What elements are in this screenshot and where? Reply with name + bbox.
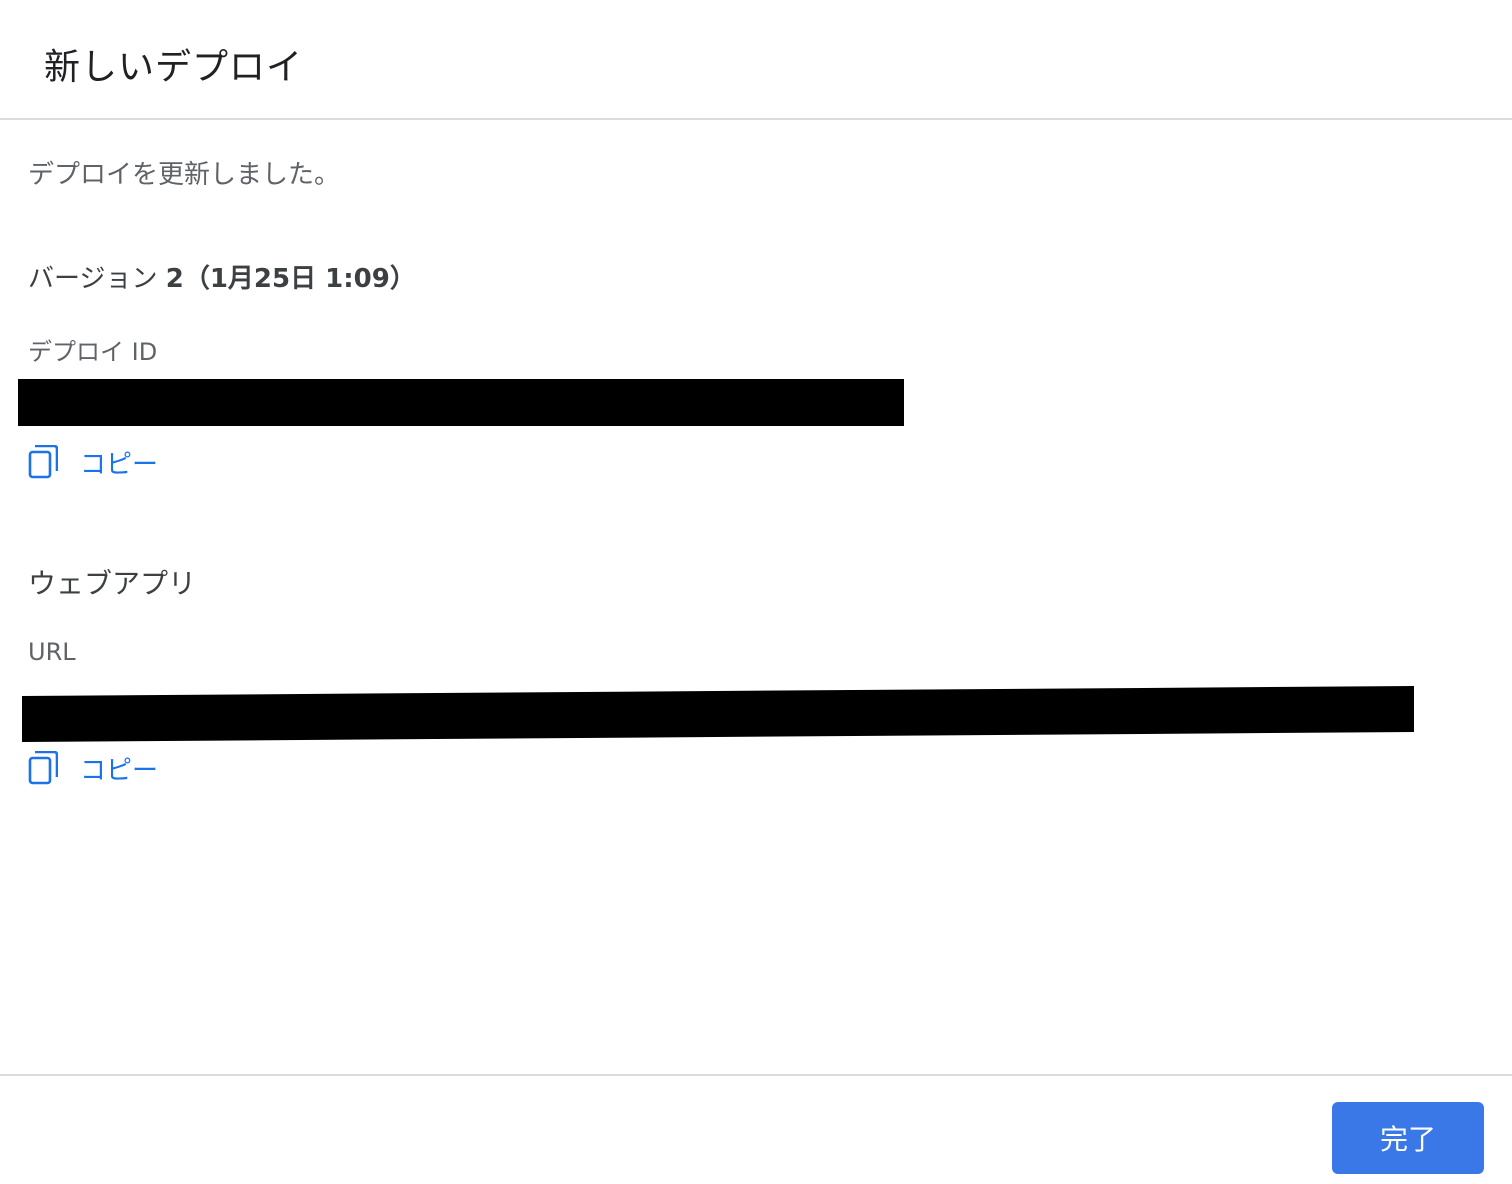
copy-icon (28, 751, 58, 785)
dialog-footer: 完了 (0, 1074, 1512, 1184)
version-info: バージョン 2（1月25日 1:09） (28, 258, 416, 295)
deploy-id-label: デプロイ ID (28, 338, 158, 366)
url-value-redacted (22, 686, 1414, 742)
copy-icon (28, 445, 58, 479)
copy-url-button[interactable]: コピー (28, 748, 158, 788)
copy-deploy-id-label: コピー (80, 449, 159, 480)
version-number: 2 (165, 264, 184, 294)
done-button[interactable]: 完了 (1332, 1102, 1484, 1174)
deploy-dialog: 新しいデプロイ デプロイを更新しました。 バージョン 2（1月25日 1:09）… (0, 0, 1512, 1184)
url-label: URL (28, 638, 76, 666)
web-app-section-title: ウェブアプリ (28, 567, 197, 600)
copy-url-label: コピー (80, 755, 159, 786)
dialog-title: 新しいデプロイ (44, 47, 304, 88)
version-date: （1月25日 1:09） (183, 264, 416, 294)
copy-deploy-id-button[interactable]: コピー (28, 442, 158, 482)
deploy-id-value-redacted (18, 379, 904, 426)
dialog-content: デプロイを更新しました。 バージョン 2（1月25日 1:09） デプロイ ID… (0, 120, 1512, 1074)
version-prefix: バージョン (28, 264, 166, 294)
status-message: デプロイを更新しました。 (28, 160, 341, 190)
dialog-header: 新しいデプロイ (0, 0, 1512, 120)
